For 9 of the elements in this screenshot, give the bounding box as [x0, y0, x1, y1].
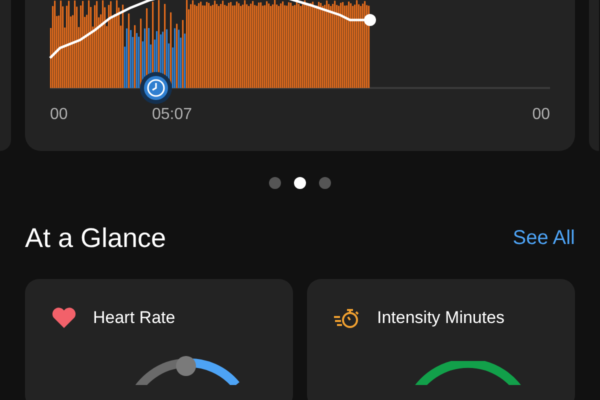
axis-label: 00 [532, 106, 550, 125]
axis-label: 00 [50, 106, 68, 125]
card-title: Intensity Minutes [377, 308, 505, 328]
card-title: Heart Rate [93, 308, 176, 328]
section-title: At a Glance [25, 223, 166, 254]
summary-card[interactable]: Intensity Minutes [307, 279, 575, 400]
axis-label: 05:07 [152, 106, 192, 124]
summary-card[interactable]: Heart Rate [25, 279, 293, 400]
see-all-link[interactable]: See All [512, 227, 575, 250]
